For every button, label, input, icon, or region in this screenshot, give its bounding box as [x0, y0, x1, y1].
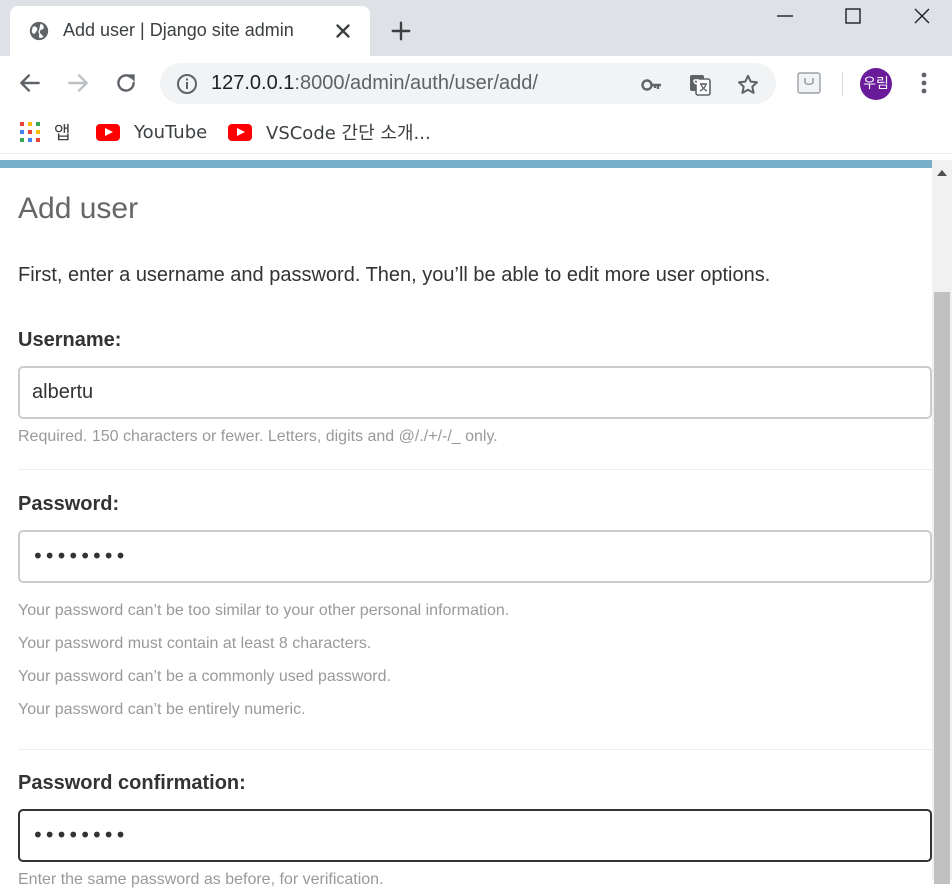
password-label: Password:	[18, 493, 120, 515]
extension-icon[interactable]	[796, 70, 822, 96]
page-title: Add user	[18, 192, 139, 225]
bookmark-label: YouTube	[134, 121, 208, 143]
maximize-icon[interactable]	[841, 4, 865, 28]
minimize-icon[interactable]	[773, 4, 797, 28]
bookmark-vscode[interactable]: VSCode 간단 소개...	[228, 120, 431, 144]
bookmark-youtube[interactable]: YouTube	[96, 120, 207, 144]
new-tab-icon[interactable]	[390, 20, 412, 42]
bookmark-apps[interactable]: 앱	[20, 120, 71, 144]
address-bar[interactable]: 127.0.0.1:8000/admin/auth/user/add/	[160, 63, 776, 104]
reload-icon[interactable]	[113, 70, 139, 96]
site-info-icon[interactable]	[175, 72, 199, 96]
field-divider	[18, 469, 932, 470]
password-help-item: Your password can’t be entirely numeric.	[18, 701, 306, 718]
tab-title: Add user | Django site admin	[63, 20, 294, 40]
youtube-icon	[96, 123, 120, 141]
username-help: Required. 150 characters or fewer. Lette…	[18, 428, 498, 445]
bookmark-label: 앱	[54, 123, 71, 144]
bookmarks-bar: 앱 YouTube VSCode 간단 소개...	[0, 110, 952, 154]
page-scrollbar[interactable]	[932, 160, 952, 884]
browser-toolbar: 127.0.0.1:8000/admin/auth/user/add/ 우림	[0, 56, 952, 110]
browser-tab[interactable]: Add user | Django site admin	[10, 6, 370, 56]
form-intro: First, enter a username and password. Th…	[18, 264, 771, 286]
more-menu-icon[interactable]	[914, 70, 934, 96]
header-accent-bar	[0, 160, 932, 168]
bookmark-star-icon[interactable]	[736, 73, 760, 97]
username-input[interactable]: albertu	[18, 366, 932, 419]
close-tab-icon[interactable]	[332, 20, 354, 42]
field-divider	[18, 749, 932, 750]
password-help-item: Your password can’t be too similar to yo…	[18, 602, 510, 619]
youtube-icon	[228, 123, 252, 141]
apps-icon	[20, 122, 40, 142]
globe-icon	[29, 21, 49, 41]
password-help-item: Your password can’t be a commonly used p…	[18, 668, 391, 685]
toolbar-separator	[842, 72, 843, 96]
url-text: 127.0.0.1:8000/admin/auth/user/add/	[211, 72, 538, 94]
bookmark-label: VSCode 간단 소개...	[266, 123, 431, 144]
key-icon[interactable]	[640, 73, 664, 97]
back-icon[interactable]	[17, 70, 43, 96]
scroll-up-icon[interactable]	[937, 170, 947, 176]
password-confirmation-help: Enter the same password as before, for v…	[18, 871, 384, 888]
forward-icon[interactable]	[65, 70, 91, 96]
password-help-item: Your password must contain at least 8 ch…	[18, 635, 372, 652]
password-input[interactable]: ••••••••	[18, 530, 932, 583]
username-label: Username:	[18, 329, 122, 351]
scrollbar-thumb[interactable]	[934, 292, 950, 884]
close-window-icon[interactable]	[910, 4, 934, 28]
tab-strip: Add user | Django site admin	[0, 0, 952, 56]
password-confirmation-label: Password confirmation:	[18, 772, 246, 794]
translate-icon[interactable]	[688, 73, 712, 97]
profile-avatar[interactable]: 우림	[860, 68, 892, 100]
password-confirmation-input[interactable]: ••••••••	[18, 809, 932, 862]
